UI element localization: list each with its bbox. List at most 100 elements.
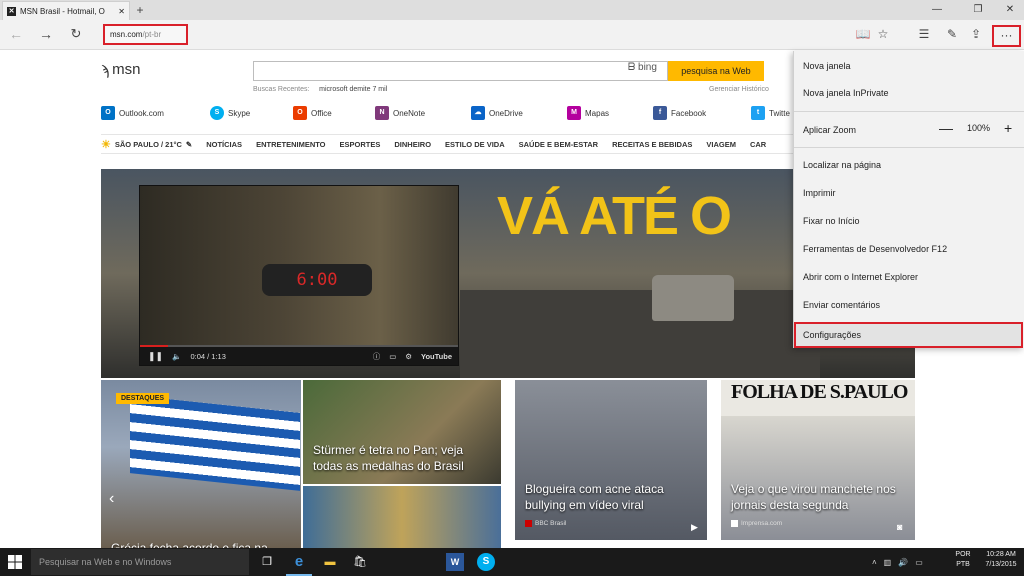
- news-tile-blogger[interactable]: Blogueira com acne ataca bullying em víd…: [515, 380, 707, 540]
- source-icon: [731, 520, 738, 527]
- skype-taskbar-icon[interactable]: S: [477, 553, 495, 571]
- news-tile-sturmer[interactable]: Stürmer é tetra no Pan; veja todas as me…: [303, 380, 501, 484]
- back-arrow-icon[interactable]: ←: [6, 24, 26, 44]
- refresh-icon[interactable]: ↻: [66, 24, 86, 44]
- menu-devtools[interactable]: Ferramentas de Desenvolvedor F12: [803, 244, 947, 254]
- volume-tray-icon[interactable]: 🔊: [898, 558, 908, 567]
- minimize-button[interactable]: —: [925, 0, 949, 20]
- taskbar-clock[interactable]: 10:28 AM 7/13/2015: [980, 550, 1022, 570]
- news-tile-folha[interactable]: Veja o que virou manchete nos jornais de…: [721, 380, 915, 540]
- menu-feedback[interactable]: Enviar comentários: [803, 300, 880, 310]
- search-input[interactable]: [253, 61, 668, 81]
- file-explorer-icon[interactable]: ▬: [319, 551, 341, 573]
- system-tray: ˄ ▥ 🔊 ▭: [872, 548, 923, 576]
- clock-time: 10:28 AM: [986, 551, 1016, 558]
- twitter-icon: t: [751, 106, 765, 120]
- chevron-up-icon[interactable]: ˄: [872, 558, 877, 567]
- quicklink-skype[interactable]: S Skype: [210, 105, 250, 121]
- newspaper-masthead: FOLHA DE S.PAULO: [731, 381, 908, 403]
- category-link[interactable]: CAR: [750, 140, 766, 149]
- browser-tab[interactable]: ✕ MSN Brasil - Hotmail, O ✕: [2, 1, 130, 20]
- category-link[interactable]: ESTILO DE VIDA: [445, 140, 505, 149]
- settings-gear-icon[interactable]: ⚙: [405, 352, 412, 361]
- category-nav: ☀ SÃO PAULO / 21°C ✎ NOTÍCIAS ENTRETENIMEN…: [101, 134, 801, 154]
- menu-print[interactable]: Imprimir: [803, 188, 836, 198]
- favorite-star-icon[interactable]: ☆: [873, 24, 893, 44]
- menu-divider: [794, 147, 1024, 148]
- play-icon[interactable]: ▶: [691, 522, 698, 533]
- task-view-icon[interactable]: ❐: [256, 551, 278, 573]
- start-button[interactable]: [0, 548, 30, 576]
- category-link[interactable]: SAÚDE E BEM-ESTAR: [519, 140, 598, 149]
- menu-find-on-page[interactable]: Localizar na página: [803, 160, 881, 170]
- reading-view-icon[interactable]: 📖: [853, 24, 873, 44]
- tile-caption: Stürmer é tetra no Pan; veja todas as me…: [313, 443, 464, 473]
- category-link[interactable]: DINHEIRO: [394, 140, 431, 149]
- search-button[interactable]: pesquisa na Web: [668, 61, 764, 81]
- menu-new-inprivate[interactable]: Nova janela InPrivate: [803, 88, 889, 98]
- info-icon[interactable]: ⓘ: [373, 351, 381, 362]
- store-icon[interactable]: 🛍: [349, 551, 371, 573]
- volume-icon[interactable]: 🔈: [172, 352, 181, 361]
- video-progress-track[interactable]: [140, 345, 458, 347]
- category-link[interactable]: ENTRETENIMENTO: [256, 140, 325, 149]
- new-tab-button[interactable]: +: [132, 1, 148, 19]
- zoom-in-button[interactable]: +: [1004, 121, 1012, 135]
- pause-icon[interactable]: ❚❚: [148, 351, 163, 362]
- category-link[interactable]: RECEITAS E BEBIDAS: [612, 140, 692, 149]
- youtube-logo[interactable]: YouTube: [421, 352, 452, 361]
- quicklink-outlook[interactable]: O Outlook.com: [101, 105, 164, 121]
- edge-icon[interactable]: e: [288, 551, 310, 573]
- more-actions-button[interactable]: ···: [992, 25, 1021, 47]
- quicklink-maps[interactable]: M Mapas: [567, 105, 609, 121]
- tile-source: BBC Brasil: [525, 520, 566, 527]
- menu-settings-label: Configurações: [803, 330, 862, 340]
- category-link[interactable]: ESPORTES: [340, 140, 381, 149]
- carousel-prev-icon[interactable]: ‹: [109, 490, 114, 508]
- quicklink-onenote[interactable]: N OneNote: [375, 105, 425, 121]
- quicklink-label: Skype: [228, 108, 251, 118]
- category-link[interactable]: NOTÍCIAS: [206, 140, 242, 149]
- hub-icon[interactable]: ☰: [914, 24, 934, 44]
- taskbar-search[interactable]: Pesquisar na Web e no Windows: [31, 549, 249, 575]
- quicklink-office[interactable]: O Office: [293, 105, 332, 121]
- news-tile-photo[interactable]: [303, 486, 501, 548]
- alarm-clock-image: 6:00: [262, 264, 372, 296]
- msn-logo[interactable]: ϡ msn: [101, 61, 140, 78]
- close-window-button[interactable]: ✕: [998, 0, 1022, 20]
- weather-widget[interactable]: ☀ SÃO PAULO / 21°C ✎: [101, 138, 192, 151]
- hero-car-image: [652, 275, 734, 321]
- video-player[interactable]: 6:00 ❚❚ 🔈 0:04 / 1:13 ⓘ ▭ ⚙ YouTube: [139, 185, 459, 366]
- notification-icon[interactable]: ▭: [915, 558, 923, 567]
- edit-location-icon: ✎: [185, 139, 193, 149]
- onedrive-icon: ☁: [471, 106, 485, 120]
- network-icon[interactable]: ▥: [884, 558, 892, 567]
- close-tab-icon[interactable]: ✕: [118, 7, 129, 16]
- quicklink-label: Office: [311, 108, 332, 118]
- recent-query-link[interactable]: microsoft demite 7 mil: [319, 86, 387, 93]
- category-link[interactable]: VIAGEM: [706, 140, 736, 149]
- captions-icon[interactable]: ▭: [389, 352, 396, 361]
- quicklink-onedrive[interactable]: ☁ OneDrive: [471, 105, 523, 121]
- share-icon[interactable]: ⇪: [966, 24, 986, 44]
- history-link[interactable]: Gerenciar Histórico: [709, 86, 769, 93]
- bing-label: bing: [638, 62, 657, 73]
- menu-open-ie[interactable]: Abrir com o Internet Explorer: [803, 272, 918, 282]
- quicklink-facebook[interactable]: f Facebook: [653, 105, 706, 121]
- forward-arrow-icon[interactable]: →: [36, 24, 56, 44]
- menu-new-window[interactable]: Nova janela: [803, 61, 851, 71]
- maximize-button[interactable]: ❐: [966, 0, 990, 20]
- menu-zoom-label: Aplicar Zoom: [803, 125, 857, 135]
- video-time: 0:04 / 1:13: [190, 351, 226, 361]
- url-path: /pt-br: [142, 30, 162, 39]
- word-icon[interactable]: W: [446, 553, 464, 571]
- source-label: BBC Brasil: [535, 520, 567, 527]
- menu-pin-to-start[interactable]: Fixar no Início: [803, 216, 860, 226]
- quicklink-twitter[interactable]: t Twitte: [751, 105, 790, 121]
- menu-settings[interactable]: Configurações: [794, 322, 1023, 348]
- bing-logo: ᗷ bing: [628, 62, 657, 73]
- web-note-icon[interactable]: ✎: [942, 24, 962, 44]
- input-language[interactable]: POR PTB: [950, 550, 976, 570]
- address-bar[interactable]: msn.com/pt-br: [103, 24, 188, 45]
- zoom-out-button[interactable]: —: [939, 121, 953, 135]
